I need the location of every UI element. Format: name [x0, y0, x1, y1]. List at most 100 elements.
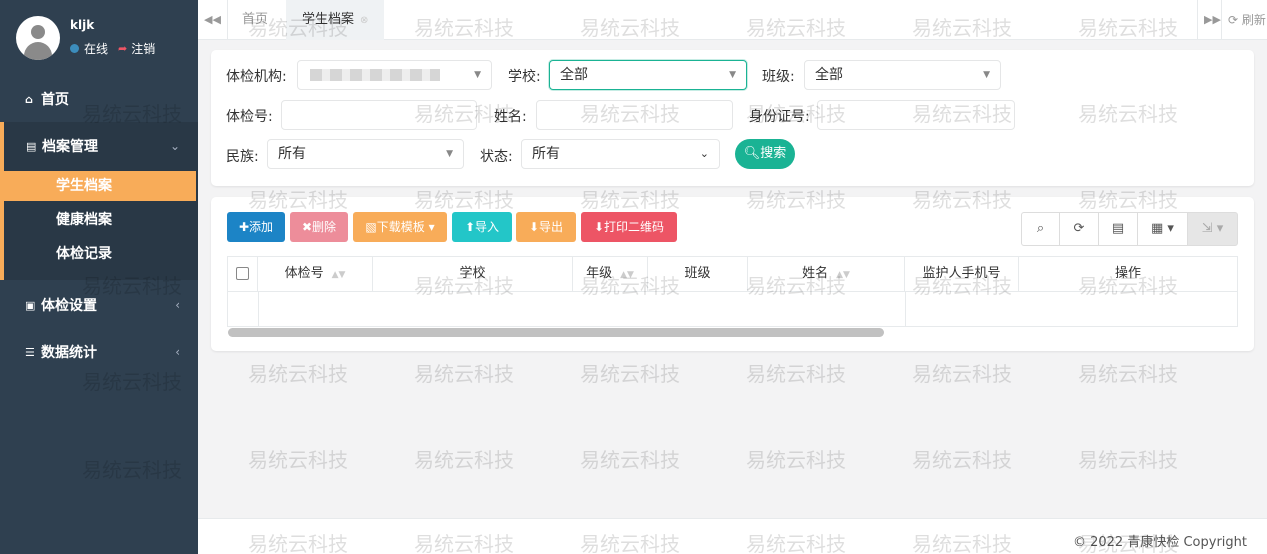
refresh-tab-button[interactable]: ⟳ 刷新 — [1221, 0, 1267, 40]
th-icon: ▦ ▾ — [1151, 221, 1174, 236]
column-header-label: 体检号 — [284, 266, 324, 281]
select-all-checkbox[interactable] — [236, 267, 249, 280]
download-icon: ⬇ — [528, 220, 540, 234]
column-header-label: 年级 — [586, 266, 613, 281]
search-button-label: 搜索 — [760, 146, 787, 161]
sidebar-subitem-student-archive[interactable]: 学生档案 — [4, 171, 196, 201]
watermark-text: 易统云科技 — [912, 448, 1012, 472]
search-toggle-button[interactable]: ⌕ — [1021, 212, 1060, 246]
file-icon: ▧ — [365, 220, 377, 234]
column-header-guardian-phone[interactable]: 监护人手机号 — [905, 257, 1019, 291]
desktop-icon: ▣ — [25, 298, 36, 312]
watermark-text: 易统云科技 — [1078, 448, 1178, 472]
user-profile: kljk 在线 ➦ 注销 — [0, 0, 198, 82]
tabs-scroll-left-icon[interactable]: ◀◀ — [198, 0, 228, 40]
import-button-label: 导入 — [475, 220, 500, 234]
ethnic-label: 民族: — [226, 149, 259, 165]
school-select[interactable]: 全部 ▼ — [549, 60, 747, 90]
tab-bar: ◀◀ 首页 学生档案 ⊗ ▶▶ ⟳ 刷新 — [198, 0, 1267, 40]
exam-no-input[interactable] — [281, 100, 477, 130]
copyright-text: © 2022 青康快检 Copyright — [1072, 535, 1247, 550]
horizontal-scrollbar[interactable] — [228, 328, 884, 337]
ethnic-select[interactable]: 所有 ▼ — [267, 139, 464, 169]
delete-button[interactable]: ✖删除 — [290, 212, 348, 242]
data-table: 体检号 ▲▼ 学校 年级 ▲▼ 班级 姓名 ▲▼ 监护人手机号 操作 — [227, 256, 1238, 327]
column-header-label: 学校 — [459, 266, 486, 281]
watermark-text: 易统云科技 — [746, 448, 846, 472]
column-header-school[interactable]: 学校 — [373, 257, 573, 291]
sort-icon: ▲▼ — [620, 270, 634, 280]
tab-student-archive[interactable]: 学生档案 ⊗ — [286, 0, 385, 40]
state-select[interactable]: 所有 ⌄ — [521, 139, 720, 169]
column-header-class[interactable]: 班级 — [648, 257, 748, 291]
column-header-exam-no[interactable]: 体检号 ▲▼ — [258, 257, 373, 291]
class-select[interactable]: 全部 ▼ — [804, 60, 1001, 90]
sidebar-subitem-exam-records[interactable]: 体检记录 — [4, 239, 196, 269]
watermark-text: 易统云科技 — [912, 362, 1012, 386]
refresh-button[interactable]: ⟳ — [1059, 212, 1099, 246]
watermark-text: 易统云科技 — [580, 362, 680, 386]
caret-down-icon: ▼ — [474, 70, 481, 80]
search-button[interactable]: 🔍︎搜索 — [735, 139, 795, 169]
id-number-input[interactable] — [817, 100, 1015, 130]
sidebar-subitem-health-archive[interactable]: 健康档案 — [4, 205, 196, 235]
online-label: 在线 — [84, 42, 109, 56]
sidebar-item-label: 档案管理 — [42, 139, 98, 155]
export-button[interactable]: ⬇导出 — [516, 212, 576, 242]
watermark-text: 易统云科技 — [248, 448, 348, 472]
sidebar-item-exam-settings[interactable]: ▣ 体检设置 ‹ — [0, 290, 198, 320]
watermark-text: 易统云科技 — [248, 362, 348, 386]
sidebar-item-data-stats[interactable]: ☰ 数据统计 ‹ — [0, 337, 198, 367]
import-button[interactable]: ⬆导入 — [452, 212, 512, 242]
columns-button[interactable]: ▦ ▾ — [1137, 212, 1188, 246]
refresh-label: 刷新 — [1241, 13, 1266, 27]
download-template-label: 下载模板 — [376, 220, 425, 234]
sidebar-item-home[interactable]: ⌂ 首页 — [0, 84, 198, 114]
export-menu-button[interactable]: ⇲ ▾ — [1187, 212, 1238, 246]
chevron-down-icon: ⌄ — [169, 139, 180, 153]
org-select[interactable]: ▼ — [297, 60, 492, 90]
sidebar-item-archives[interactable]: ▤ 档案管理 ⌄ — [0, 130, 198, 162]
watermark-text: 易统云科技 — [746, 362, 846, 386]
column-header-label: 姓名 — [802, 266, 829, 281]
state-select-value: 所有 — [532, 146, 560, 162]
logout-link[interactable]: 注销 — [131, 40, 155, 57]
export-button-label: 导出 — [539, 220, 564, 234]
column-header-label: 监护人手机号 — [922, 266, 1001, 281]
export-icon: ⇲ ▾ — [1201, 221, 1224, 236]
class-select-value: 全部 — [815, 67, 843, 83]
close-icon[interactable]: ⊗ — [360, 15, 368, 26]
table-header-divider — [228, 291, 1237, 292]
exam-no-label: 体检号: — [226, 109, 273, 125]
card-view-button[interactable]: ▤ — [1098, 212, 1138, 246]
search-panel: 体检机构: ▼ 学校: 全部 ▼ 班级: 全部 ▼ 体检号: 姓名: 身份证号:… — [211, 50, 1254, 186]
sidebar-item-label: 体检设置 — [41, 298, 97, 314]
avatar[interactable] — [16, 16, 60, 60]
column-header-grade[interactable]: 年级 ▲▼ — [573, 257, 648, 291]
add-button[interactable]: ✚添加 — [227, 212, 285, 242]
caret-down-icon: ▼ — [729, 70, 736, 80]
id-number-label: 身份证号: — [749, 109, 810, 125]
tab-home[interactable]: 首页 — [242, 0, 268, 40]
table-fixed-column-divider — [905, 292, 906, 327]
watermark-text: 易统云科技 — [1078, 362, 1178, 386]
sign-out-icon[interactable]: ➦ — [118, 42, 127, 55]
caret-down-icon: ▾ — [424, 220, 435, 234]
download-template-button[interactable]: ▧下载模板 ▾ — [353, 212, 447, 242]
user-name: kljk — [70, 18, 95, 32]
print-qrcode-button[interactable]: ⬇打印二维码 — [581, 212, 677, 242]
database-icon: ☰ — [25, 345, 35, 359]
name-label: 姓名: — [494, 109, 527, 125]
footer: © 2022 青康快检 Copyright — [198, 518, 1267, 554]
class-label: 班级: — [762, 69, 795, 85]
name-input[interactable] — [536, 100, 733, 130]
school-label: 学校: — [508, 69, 541, 85]
sort-icon: ▲▼ — [836, 270, 850, 280]
column-header-name[interactable]: 姓名 ▲▼ — [748, 257, 905, 291]
tab-label: 学生档案 — [302, 12, 355, 27]
school-select-value: 全部 — [560, 67, 588, 83]
search-icon: ⌕ — [1036, 221, 1045, 236]
state-label: 状态: — [480, 149, 513, 165]
online-status-icon — [70, 44, 79, 53]
remove-icon: ✖ — [301, 220, 313, 234]
